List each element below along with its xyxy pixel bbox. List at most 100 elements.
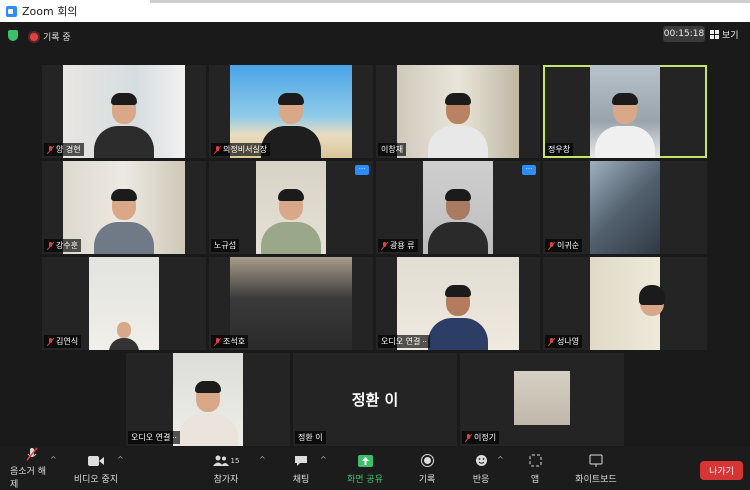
more-options-icon[interactable]: ··· (522, 165, 536, 175)
encryption-shield-icon[interactable] (8, 30, 18, 41)
participant-name-tag: 오디오 연결 ·· (378, 335, 430, 348)
participant-video (634, 280, 670, 350)
view-button[interactable]: 보기 (710, 26, 739, 42)
participant-name-tag: 양 경현 (44, 143, 84, 156)
participant-video (261, 184, 321, 254)
muted-mic-icon (47, 145, 54, 154)
chat-button[interactable]: 채팅 (285, 447, 317, 490)
participant-name-tag: 의정비서실장 (211, 143, 271, 156)
participant-tile[interactable]: ··· 노규섭 (209, 161, 373, 254)
participant-tile[interactable]: 조석호 (209, 257, 373, 350)
leave-button[interactable]: 나가기 (700, 461, 743, 480)
participant-tile[interactable]: 강수훈 (42, 161, 206, 254)
apps-icon (529, 453, 542, 469)
whiteboard-button[interactable]: 화이트보드 (572, 447, 620, 490)
reactions-options-caret-icon[interactable]: ^ (497, 455, 504, 464)
zoom-logo-icon (6, 5, 17, 17)
participant-name-tag: 노규섭 (211, 239, 240, 252)
participant-video (428, 184, 488, 254)
participant-tile[interactable]: ··· 광용 류 (376, 161, 540, 254)
audio-connecting-icon: ·· (422, 337, 427, 346)
video-feed (514, 371, 570, 425)
video-feed (590, 65, 660, 158)
participants-button[interactable]: 15 참가자 (207, 447, 245, 490)
participant-tile[interactable]: 양 경현 (42, 65, 206, 158)
participant-tile[interactable]: 김연식 (42, 257, 206, 350)
participant-name-tag: 김연식 (44, 335, 82, 348)
muted-mic-icon (548, 241, 555, 250)
chat-bubble-icon (294, 453, 308, 469)
muted-mic-icon (214, 145, 221, 154)
chat-options-caret-icon[interactable]: ^ (320, 455, 327, 464)
recording-indicator[interactable]: 기록 중 (30, 30, 71, 43)
window-title: Zoom 회의 (22, 5, 78, 18)
video-feed (63, 161, 185, 254)
window-titlebar: Zoom 회의 (0, 0, 750, 22)
participant-video (428, 280, 488, 350)
audio-connecting-icon: ·· (172, 433, 177, 442)
share-screen-button[interactable]: 화면 공유 (343, 447, 387, 490)
participant-tile[interactable]: 오디오 연결 ·· (376, 257, 540, 350)
video-feed (397, 65, 519, 158)
unmute-button[interactable]: 음소거 해제 (10, 447, 54, 490)
record-dot-icon (30, 32, 38, 41)
participant-tile-no-video[interactable]: 정환 이 정환 이 (293, 353, 457, 446)
more-options-icon[interactable]: ··· (355, 165, 369, 175)
participant-name-tag: 이귀순 (545, 239, 583, 252)
participant-tile[interactable]: 오디오 연결 ·· (126, 353, 290, 446)
grid-view-icon (710, 29, 719, 39)
audio-options-caret-icon[interactable]: ^ (50, 455, 57, 464)
participant-tile[interactable]: 성나영 (543, 257, 707, 350)
participant-center-name: 정환 이 (351, 391, 399, 409)
participant-tile[interactable]: 이정기 (460, 353, 624, 446)
participant-tile[interactable]: 의정비서실장 (209, 65, 373, 158)
participant-name-tag: 이정기 (462, 431, 500, 444)
muted-mic-icon (214, 337, 221, 346)
participant-video (94, 88, 154, 158)
participant-video (109, 320, 139, 350)
video-camera-icon (88, 453, 104, 469)
participant-tile-active-speaker[interactable]: 정우창 (543, 65, 707, 158)
participant-video (94, 184, 154, 254)
participants-icon: 15 (212, 453, 240, 469)
record-icon (420, 453, 434, 469)
participants-count: 15 (230, 456, 240, 465)
participants-options-caret-icon[interactable]: ^ (259, 455, 266, 464)
participant-video (428, 88, 488, 158)
video-feed (230, 257, 352, 350)
participant-video (595, 88, 655, 158)
record-button[interactable]: 기록 (412, 447, 442, 490)
video-feed (423, 161, 493, 254)
participant-name-tag: 광용 류 (378, 239, 418, 252)
video-gallery: 기록 중 00:15:18 보기 양 경현 의정비서실장 이창재 정우창 강수훈 (0, 22, 750, 447)
muted-mic-icon (381, 241, 388, 250)
participant-name-tag: 정우창 (545, 143, 574, 156)
participant-name-tag: 오디오 연결 ·· (128, 431, 180, 444)
participant-tile[interactable]: 이창재 (376, 65, 540, 158)
participant-name-tag: 조석호 (211, 335, 249, 348)
view-label: 보기 (722, 30, 739, 41)
stop-video-button[interactable]: 비디오 중지 (72, 447, 120, 490)
participant-name-tag: 이창재 (378, 143, 407, 156)
participant-video (178, 376, 238, 446)
video-feed (590, 257, 665, 350)
participant-name-tag: 정환 이 (295, 431, 326, 444)
background-window-strip (150, 0, 750, 3)
recording-label: 기록 중 (43, 33, 71, 43)
participant-tile[interactable]: 이귀순 (543, 161, 707, 254)
video-feed (89, 257, 159, 350)
muted-mic-icon (47, 241, 54, 250)
participant-name-tag: 강수훈 (44, 239, 82, 252)
video-feed (173, 353, 243, 446)
meeting-timer: 00:15:18 (663, 26, 705, 42)
video-options-caret-icon[interactable]: ^ (117, 455, 124, 464)
reactions-button[interactable]: 반응 (466, 447, 496, 490)
share-screen-icon (357, 453, 373, 469)
microphone-muted-icon (26, 447, 38, 461)
muted-mic-icon (465, 433, 472, 442)
apps-button[interactable]: 앱 (522, 447, 548, 490)
whiteboard-icon (589, 453, 603, 469)
muted-mic-icon (47, 337, 54, 346)
emoji-reaction-icon (475, 453, 488, 469)
muted-mic-icon (548, 337, 555, 346)
